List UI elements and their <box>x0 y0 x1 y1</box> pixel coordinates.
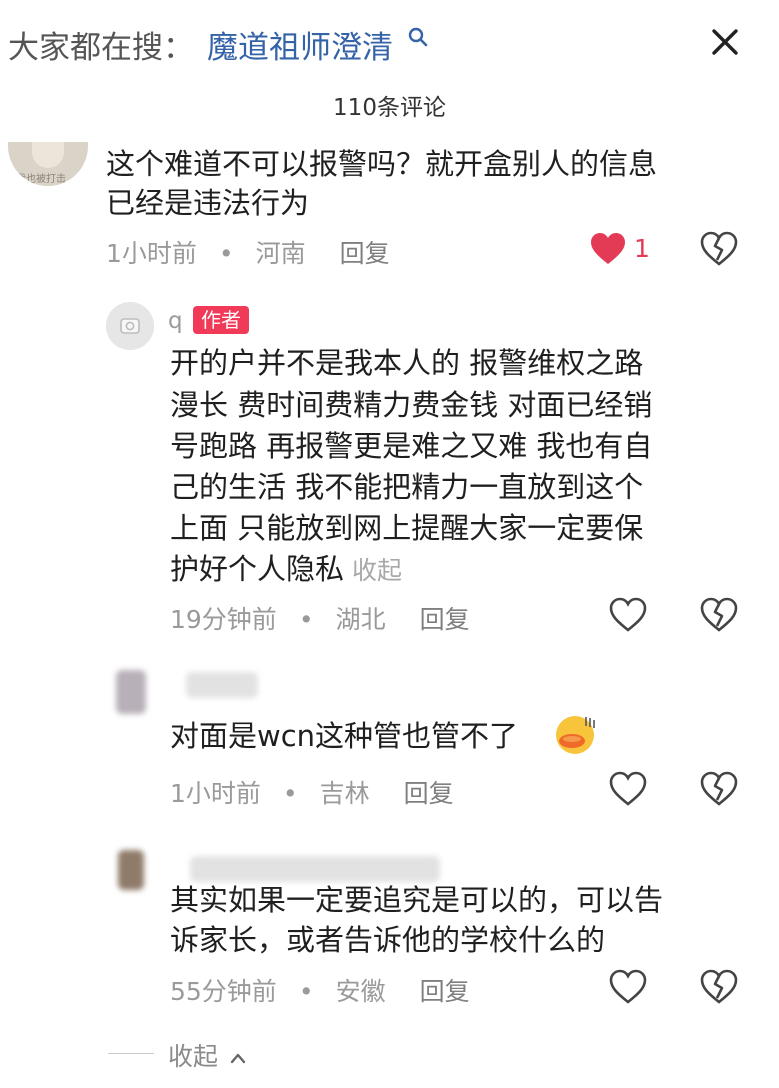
collapse-replies-button[interactable]: 收起 <box>168 1037 246 1073</box>
collapse-text-button[interactable]: 收起 <box>352 556 402 585</box>
comment-location: 湖北 <box>335 605 386 634</box>
comment-time: 55分钟前 <box>170 977 277 1006</box>
comment-location: 吉林 <box>319 779 370 808</box>
avatar-placeholder-icon <box>106 302 154 350</box>
comment-meta: 1小时前 • 河南 回复 <box>106 239 390 268</box>
chevron-up-icon <box>230 1053 246 1064</box>
comment-text-line: 开的户并不是我本人的 报警维权之路 <box>170 346 644 380</box>
comment-text-line: 护好个人隐私 收起 <box>170 549 402 591</box>
comment-count: 110条评论 <box>333 95 446 121</box>
avatar-caption: 我也被打击 <box>16 174 66 185</box>
comment-text-line: 己的生活 我不能把精力一直放到这个 <box>170 470 644 504</box>
reply-button[interactable]: 回复 <box>340 239 390 268</box>
comment-time: 1小时前 <box>106 239 197 268</box>
comment-location: 安徽 <box>335 977 386 1006</box>
reply-button[interactable]: 回复 <box>420 605 470 634</box>
trending-search-label: 大家都在搜： <box>8 30 194 66</box>
broken-heart-icon[interactable] <box>699 770 739 808</box>
comment-text-line: 诉家长，或者告诉他的学校什么的 <box>170 923 606 957</box>
author-name[interactable]: q <box>168 308 183 334</box>
comment-text-line: 已经是违法行为 <box>106 186 310 220</box>
search-icon[interactable] <box>407 26 429 48</box>
heart-icon[interactable] <box>588 230 628 268</box>
author-badge: 作者 <box>193 306 249 334</box>
comment-location: 河南 <box>255 239 306 268</box>
heart-icon[interactable] <box>608 596 648 634</box>
like-count: 1 <box>634 234 650 263</box>
comment-text-line: 对面是wcn这种管也管不了 <box>170 719 519 753</box>
duck-emoji-icon <box>556 716 595 754</box>
avatar[interactable]: 我也被打击 <box>8 142 88 186</box>
broken-heart-icon[interactable] <box>699 596 739 634</box>
comment-text-line: 这个难道不可以报警吗？就开盒别人的信息 <box>106 147 658 181</box>
comment-time: 19分钟前 <box>170 605 277 634</box>
comment-text-end: 护好个人隐私 <box>170 552 345 586</box>
heart-icon[interactable] <box>608 770 648 808</box>
avatar[interactable] <box>116 670 146 714</box>
reply-button[interactable]: 回复 <box>420 977 470 1006</box>
comment-text-line: 其实如果一定要追究是可以的，可以告 <box>170 883 664 917</box>
collapse-label: 收起 <box>168 1042 219 1071</box>
heart-icon[interactable] <box>608 968 648 1006</box>
reply-button[interactable]: 回复 <box>404 779 454 808</box>
avatar[interactable] <box>118 850 144 890</box>
redacted-username <box>186 672 258 698</box>
comment-text-line: 漫长 费时间费精力费金钱 对面已经销 <box>170 388 653 422</box>
divider <box>108 1053 154 1054</box>
top-bar: 大家都在搜： 魔道祖师澄清 <box>0 0 779 86</box>
comment-time: 1小时前 <box>170 779 261 808</box>
comment-meta: 19分钟前 • 湖北 回复 <box>170 605 470 634</box>
comment-meta: 1小时前 • 吉林 回复 <box>170 779 454 808</box>
comment-text-line: 上面 只能放到网上提醒大家一定要保 <box>170 511 644 545</box>
broken-heart-icon[interactable] <box>699 968 739 1006</box>
comment-meta: 55分钟前 • 安徽 回复 <box>170 977 470 1006</box>
close-icon[interactable] <box>702 22 748 62</box>
comment-text-line: 号跑路 再报警更是难之又难 我也有自 <box>170 429 653 463</box>
trending-search-link[interactable]: 魔道祖师澄清 <box>207 22 393 67</box>
avatar[interactable] <box>106 302 154 350</box>
broken-heart-icon[interactable] <box>699 230 739 268</box>
redacted-username <box>190 856 440 882</box>
